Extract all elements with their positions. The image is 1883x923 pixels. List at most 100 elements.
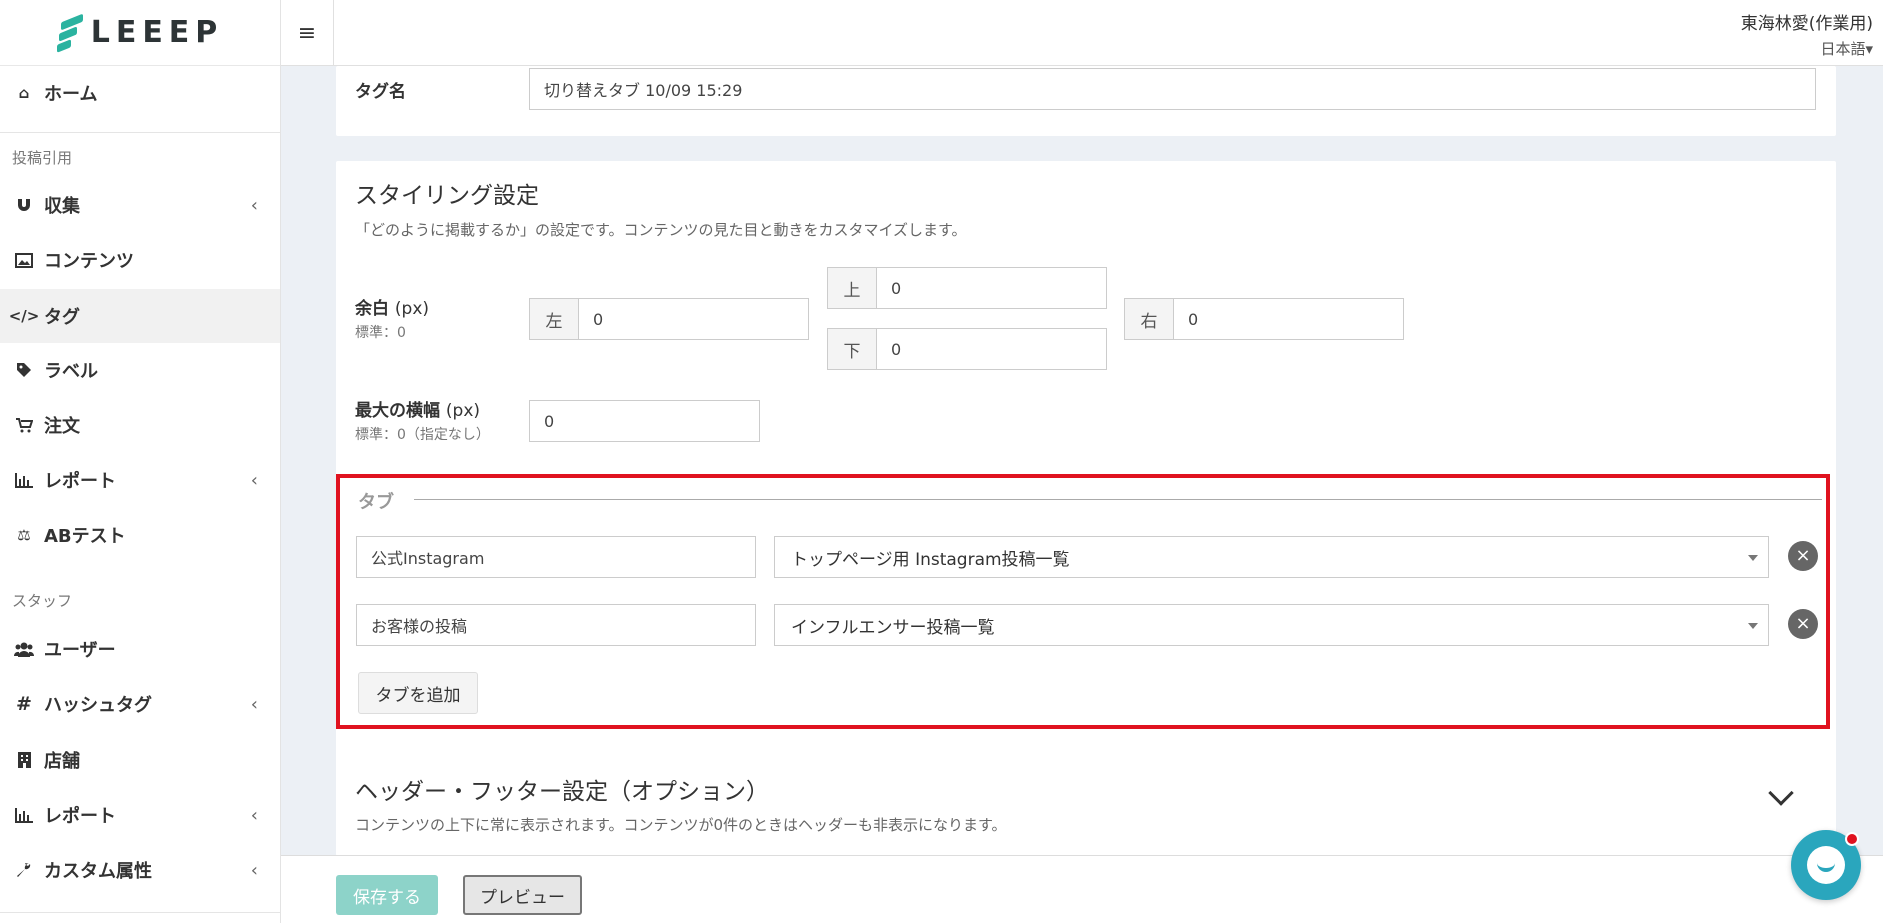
margin-top-input[interactable]: 0 xyxy=(876,267,1107,309)
preview-button[interactable]: プレビュー xyxy=(463,875,582,915)
sidebar-item-label: コンテンツ xyxy=(44,251,134,272)
sidebar-item-label: 店舗 xyxy=(44,751,80,772)
caret-down-icon xyxy=(1748,555,1758,561)
sidebar-item-contents[interactable]: コンテンツ xyxy=(0,233,280,287)
sidebar-item-label: 注文 xyxy=(44,416,80,437)
margin-right-addon: 右 xyxy=(1124,298,1174,340)
save-button[interactable]: 保存する xyxy=(336,875,438,915)
tab-name-input[interactable]: 公式Instagram xyxy=(356,536,756,578)
sidebar-item-report[interactable]: レポート ‹ xyxy=(0,453,280,507)
close-icon: × xyxy=(1795,545,1811,566)
sidebar-item-collect[interactable]: 収集 ‹ xyxy=(0,178,280,232)
home-icon: ⌂ xyxy=(18,84,30,102)
logo[interactable]: LEEEP xyxy=(0,0,280,66)
sidebar-item-label: ハッシュタグ xyxy=(44,695,152,716)
max-width-label: 最大の横幅 (px) xyxy=(355,401,481,421)
chevron-left-icon: ‹ xyxy=(250,470,258,491)
tab-content-select-value: インフルエンサー投稿一覧 xyxy=(791,617,995,638)
sidebar-item-abtest[interactable]: ⚖ ABテスト xyxy=(0,508,280,562)
chevron-left-icon: ‹ xyxy=(250,694,258,715)
sidebar-divider xyxy=(0,912,280,913)
users-icon xyxy=(14,639,34,659)
tabs-legend-line xyxy=(414,499,1822,500)
sidebar-item-label: 収集 xyxy=(44,196,80,217)
sidebar: LEEEP ⌂ ホーム 投稿引用 収集 ‹ コンテンツ </> タグ ラベル 注… xyxy=(0,0,281,923)
max-width-standard: 標準：0（指定なし） xyxy=(355,427,490,443)
header-footer-description: コンテンツの上下に常に表示されます。コンテンツが0件のときはヘッダーも非表示にな… xyxy=(355,816,1007,834)
cart-icon xyxy=(14,415,34,435)
sidebar-item-label: カスタム属性 xyxy=(44,861,152,882)
margin-bottom-input[interactable]: 0 xyxy=(876,328,1107,370)
image-icon xyxy=(14,250,34,270)
remove-tab-button[interactable]: × xyxy=(1788,541,1818,571)
sidebar-item-orders[interactable]: 注文 xyxy=(0,398,280,452)
top-bar: ≡ 東海林愛(作業用) 日本語▾ xyxy=(281,0,1883,66)
remove-tab-button[interactable]: × xyxy=(1788,609,1818,639)
caret-down-icon xyxy=(1748,623,1758,629)
margin-bottom-addon: 下 xyxy=(827,328,877,370)
hashtag-icon: # xyxy=(16,693,32,715)
sidebar-item-label: レポート xyxy=(44,471,116,492)
building-icon xyxy=(14,750,34,770)
styling-description: 「どのように掲載するか」の設定です。コンテンツの見た目と動きをカスタマイズします… xyxy=(355,221,967,239)
sidebar-item-users[interactable]: ユーザー xyxy=(0,622,280,676)
tab-content-select[interactable]: インフルエンサー投稿一覧 xyxy=(774,604,1769,646)
margin-top-addon: 上 xyxy=(827,267,877,309)
header-footer-panel[interactable]: ヘッダー・フッター設定（オプション） コンテンツの上下に常に表示されます。コンテ… xyxy=(336,758,1836,855)
bar-chart-icon xyxy=(14,470,34,490)
sidebar-item-custom-attributes[interactable]: カスタム属性 ‹ xyxy=(0,843,280,897)
sidebar-item-label: ホーム xyxy=(44,84,98,105)
styling-title: スタイリング設定 xyxy=(355,183,539,209)
chevron-left-icon: ‹ xyxy=(250,805,258,826)
chevron-left-icon: ‹ xyxy=(250,860,258,881)
tabs-section: タブ 公式Instagram トップページ用 Instagram投稿一覧 × お… xyxy=(336,474,1830,729)
language-selector[interactable]: 日本語▾ xyxy=(1820,38,1873,59)
tab-content-select-value: トップページ用 Instagram投稿一覧 xyxy=(791,549,1070,570)
sidebar-item-label: タグ xyxy=(44,307,80,328)
chevron-down-icon[interactable] xyxy=(1768,780,1794,806)
notification-dot xyxy=(1845,832,1859,846)
logo-text: LEEEP xyxy=(90,15,224,50)
user-name[interactable]: 東海林愛(作業用) xyxy=(1741,9,1873,34)
chevron-left-icon: ‹ xyxy=(250,195,258,216)
sidebar-item-home[interactable]: ⌂ ホーム xyxy=(0,66,280,120)
chat-widget-button[interactable] xyxy=(1791,830,1861,900)
header-footer-title: ヘッダー・フッター設定（オプション） xyxy=(355,779,769,805)
add-tab-button[interactable]: タブを追加 xyxy=(358,672,478,714)
margin-standard: 標準：0 xyxy=(355,325,406,341)
sidebar-divider xyxy=(0,132,280,133)
sidebar-item-label: レポート xyxy=(44,806,116,827)
sidebar-item-label: ラベル xyxy=(44,361,98,382)
margin-label: 余白 (px) xyxy=(355,299,430,319)
tag-name-input[interactable]: 切り替えタブ 10/09 15:29 xyxy=(529,68,1816,110)
sidebar-item-tags[interactable]: </> タグ xyxy=(0,289,280,343)
sidebar-item-labels[interactable]: ラベル xyxy=(0,343,280,397)
sidebar-item-label: ABテスト xyxy=(44,526,126,547)
logo-mark-icon xyxy=(56,13,83,53)
sidebar-section-posts: 投稿引用 xyxy=(12,149,73,167)
hamburger-menu-icon[interactable]: ≡ xyxy=(281,0,334,66)
tabs-legend: タブ xyxy=(358,492,394,513)
max-width-input[interactable]: 0 xyxy=(529,400,760,442)
tag-name-panel: タグ名 切り替えタブ 10/09 15:29 xyxy=(336,66,1836,136)
sidebar-section-staff: スタッフ xyxy=(12,592,73,610)
sidebar-item-stores[interactable]: 店舗 xyxy=(0,733,280,787)
action-bar: 保存する プレビュー xyxy=(281,855,1883,923)
tab-content-select[interactable]: トップページ用 Instagram投稿一覧 xyxy=(774,536,1769,578)
chat-icon xyxy=(1807,846,1845,884)
sidebar-item-hashtags[interactable]: # ハッシュタグ ‹ xyxy=(0,677,280,731)
code-icon: </> xyxy=(8,307,40,325)
sidebar-item-report-staff[interactable]: レポート ‹ xyxy=(0,788,280,842)
balance-scale-icon: ⚖ xyxy=(17,526,31,544)
magnet-icon xyxy=(14,195,34,215)
sidebar-item-label: ユーザー xyxy=(44,640,116,661)
close-icon: × xyxy=(1795,613,1811,634)
bar-chart-icon xyxy=(14,805,34,825)
tag-name-label: タグ名 xyxy=(355,82,406,102)
wrench-icon xyxy=(14,860,34,880)
margin-right-input[interactable]: 0 xyxy=(1173,298,1404,340)
tab-name-input[interactable]: お客様の投稿 xyxy=(356,604,756,646)
margin-left-input[interactable]: 0 xyxy=(578,298,809,340)
margin-left-addon: 左 xyxy=(529,298,579,340)
tag-icon xyxy=(14,360,34,380)
